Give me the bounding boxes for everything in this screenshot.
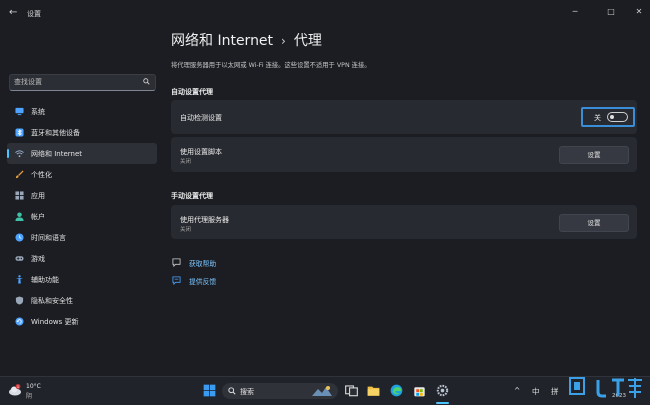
search-icon[interactable] bbox=[143, 78, 150, 85]
weather-cloud-icon[interactable]: 1 bbox=[8, 384, 22, 396]
store-icon[interactable] bbox=[413, 384, 426, 397]
taskbar-search-label: 搜索 bbox=[240, 388, 254, 396]
taskbar: 1 10°C 阴 搜索 ^ 中 拼 2023 bbox=[0, 376, 650, 405]
auto-detect-toggle-focus[interactable]: 关 bbox=[581, 107, 635, 127]
proxy-server-status: 关闭 bbox=[180, 227, 192, 233]
file-explorer-icon[interactable] bbox=[367, 384, 380, 397]
help-chat-icon bbox=[172, 258, 181, 267]
auto-detect-card: 自动检测设置 bbox=[171, 100, 637, 134]
search-icon bbox=[228, 387, 236, 395]
page-title: 代理 bbox=[293, 33, 322, 49]
sidebar-item-personalization[interactable]: 个性化 bbox=[7, 164, 157, 185]
search-highlight-icon bbox=[312, 386, 332, 396]
monitor-icon bbox=[15, 107, 24, 116]
update-icon bbox=[15, 317, 24, 326]
sidebar-item-privacy[interactable]: 隐私和安全性 bbox=[7, 290, 157, 311]
sidebar-nav: 系统 蓝牙和其他设备 网络和 Internet 个性化 应用 帐户 时间和语言 … bbox=[7, 101, 157, 332]
sidebar-item-label: 隐私和安全性 bbox=[31, 297, 73, 305]
sidebar-item-accessibility[interactable]: 辅助功能 bbox=[7, 269, 157, 290]
breadcrumb-parent-link[interactable]: 网络和 Internet bbox=[171, 33, 273, 49]
sidebar-item-label: 应用 bbox=[31, 192, 45, 200]
setup-script-card: 使用设置脚本 关闭 设置 bbox=[171, 137, 637, 172]
auto-proxy-section-title: 自动设置代理 bbox=[171, 88, 213, 96]
sidebar-item-gaming[interactable]: 游戏 bbox=[7, 248, 157, 269]
auto-detect-title: 自动检测设置 bbox=[180, 114, 222, 122]
proxy-server-card: 使用代理服务器 关闭 设置 bbox=[171, 205, 637, 239]
sidebar-item-label: 时间和语言 bbox=[31, 234, 66, 242]
edge-browser-icon[interactable] bbox=[390, 384, 403, 397]
auto-detect-toggle-label: 关 bbox=[594, 114, 601, 122]
person-icon bbox=[15, 212, 24, 221]
tray-ime-indicator[interactable]: 拼 bbox=[551, 386, 559, 397]
settings-search-input[interactable] bbox=[14, 76, 134, 88]
sidebar-item-bluetooth[interactable]: 蓝牙和其他设备 bbox=[7, 122, 157, 143]
apps-icon bbox=[15, 191, 24, 200]
feedback-icon bbox=[172, 276, 181, 285]
manual-proxy-section-title: 手动设置代理 bbox=[171, 192, 213, 200]
back-arrow-icon[interactable]: ← bbox=[9, 8, 19, 18]
sidebar-item-label: 个性化 bbox=[31, 171, 52, 179]
sidebar-item-label: 系统 bbox=[31, 108, 45, 116]
sidebar-item-label: 蓝牙和其他设备 bbox=[31, 129, 80, 137]
start-windows-icon[interactable] bbox=[203, 384, 216, 397]
title-bar: ← 设置 ─ □ ✕ bbox=[0, 0, 650, 26]
sidebar-item-system[interactable]: 系统 bbox=[7, 101, 157, 122]
settings-search-box[interactable] bbox=[9, 74, 156, 91]
sidebar-item-time-language[interactable]: 时间和语言 bbox=[7, 227, 157, 248]
tray-language-indicator[interactable]: 中 bbox=[532, 386, 540, 397]
page-description: 将代理服务器用于以太网或 Wi-Fi 连接。这些设置不适用于 VPN 连接。 bbox=[171, 62, 371, 69]
sidebar-item-apps[interactable]: 应用 bbox=[7, 185, 157, 206]
weather-badge-count: 1 bbox=[17, 385, 19, 389]
accessibility-icon bbox=[15, 275, 24, 284]
give-feedback-link[interactable]: 提供反馈 bbox=[189, 276, 216, 286]
setup-script-status: 关闭 bbox=[180, 159, 192, 165]
close-icon[interactable]: ✕ bbox=[630, 5, 648, 19]
sidebar-item-label: 辅助功能 bbox=[31, 276, 59, 284]
settings-gear-icon[interactable] bbox=[436, 384, 449, 397]
sidebar-item-network[interactable]: 网络和 Internet bbox=[7, 143, 157, 164]
weather-description[interactable]: 阴 bbox=[26, 391, 32, 400]
setup-script-title: 使用设置脚本 bbox=[180, 148, 222, 156]
brush-icon bbox=[15, 170, 24, 179]
wifi-icon bbox=[15, 150, 24, 158]
bluetooth-icon bbox=[15, 128, 24, 137]
proxy-server-title: 使用代理服务器 bbox=[180, 216, 229, 224]
app-title: 设置 bbox=[27, 10, 41, 18]
proxy-server-button[interactable]: 设置 bbox=[559, 214, 629, 232]
sidebar-item-windows-update[interactable]: Windows 更新 bbox=[7, 311, 157, 332]
gamepad-icon bbox=[15, 256, 24, 261]
breadcrumb: 网络和 Internet › 代理 bbox=[171, 30, 322, 50]
auto-detect-toggle[interactable] bbox=[607, 112, 628, 122]
get-help-link[interactable]: 获取帮助 bbox=[189, 258, 216, 268]
sidebar-item-label: 网络和 Internet bbox=[31, 150, 83, 158]
setup-script-button[interactable]: 设置 bbox=[559, 146, 629, 164]
sidebar-item-label: 游戏 bbox=[31, 255, 45, 263]
shield-icon bbox=[15, 296, 24, 305]
task-view-icon[interactable] bbox=[345, 384, 358, 397]
ithome-watermark-logo bbox=[569, 377, 642, 398]
sidebar-item-label: Windows 更新 bbox=[31, 318, 79, 326]
sidebar-item-label: 帐户 bbox=[31, 213, 45, 221]
minimize-icon[interactable]: ─ bbox=[566, 5, 584, 19]
tray-overflow-chevron-icon[interactable]: ^ bbox=[514, 386, 520, 395]
taskbar-search[interactable]: 搜索 bbox=[222, 383, 338, 399]
maximize-icon[interactable]: □ bbox=[602, 5, 620, 19]
sidebar-item-accounts[interactable]: 帐户 bbox=[7, 206, 157, 227]
weather-temperature[interactable]: 10°C bbox=[26, 383, 41, 390]
breadcrumb-separator: › bbox=[281, 34, 286, 48]
globe-clock-icon bbox=[15, 233, 24, 242]
